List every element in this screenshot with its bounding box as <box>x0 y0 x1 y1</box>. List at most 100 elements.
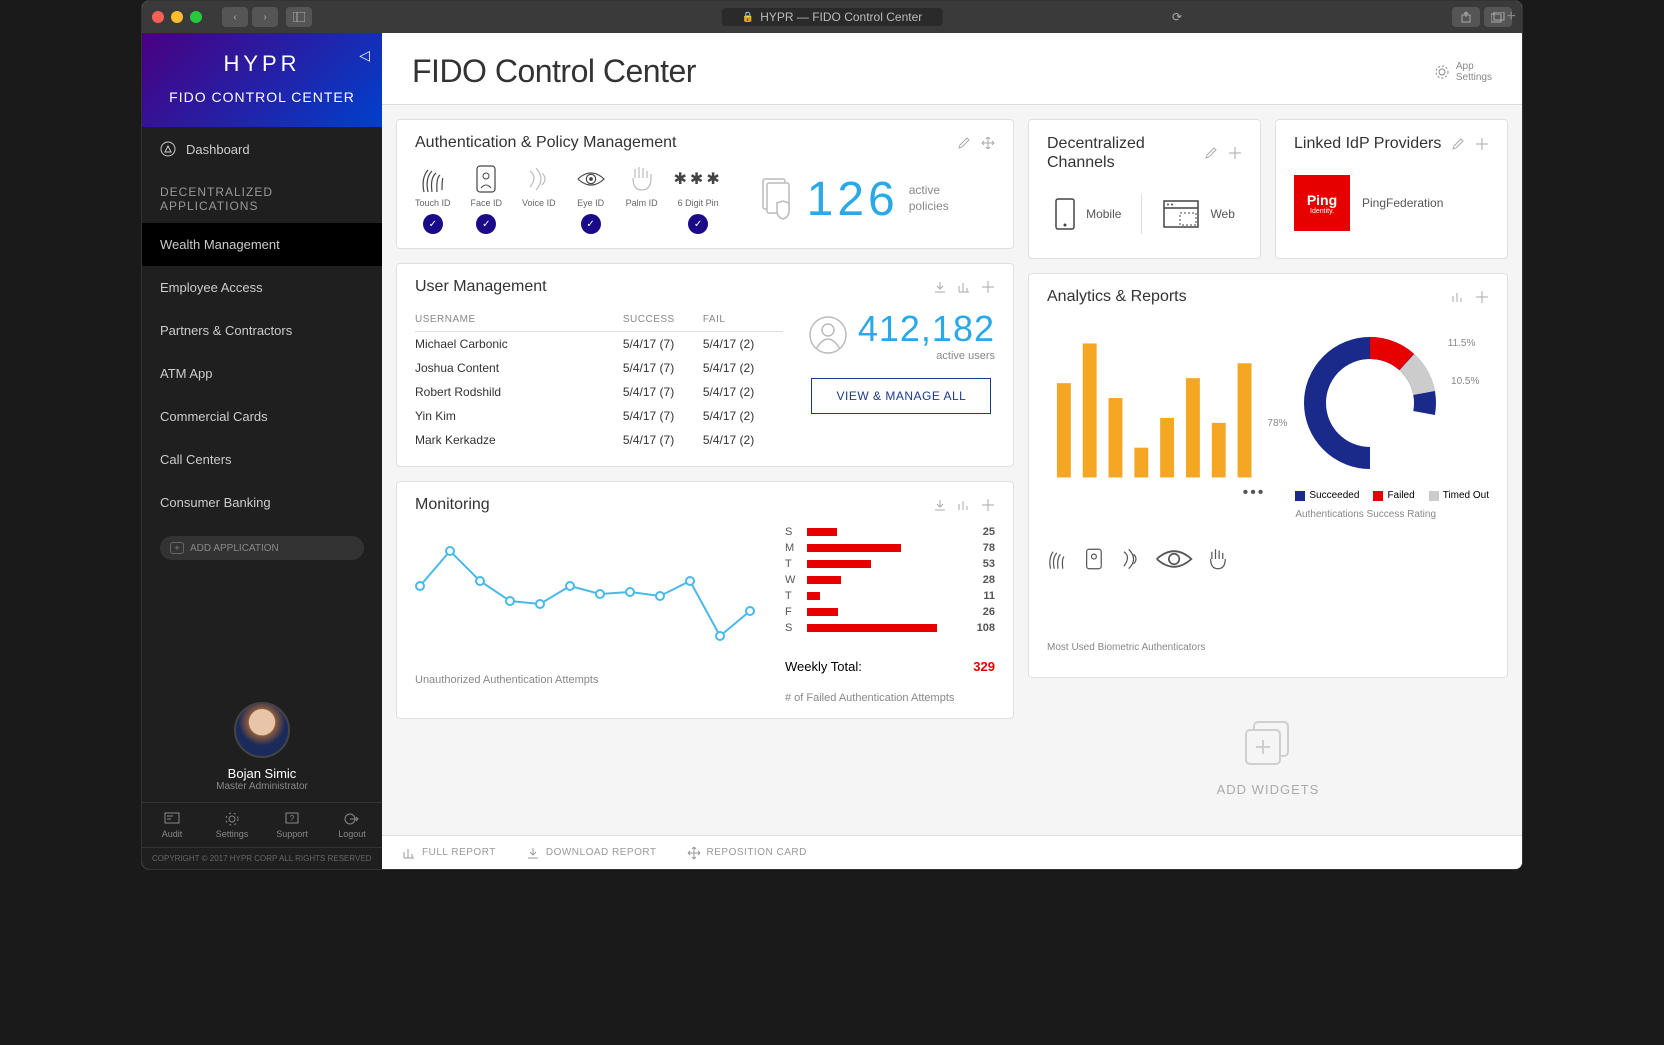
weekly-total-value: 329 <box>973 659 995 674</box>
add-application-button[interactable]: + ADD APPLICATION <box>160 536 364 560</box>
add-widgets-button[interactable]: ADD WIDGETS <box>1028 692 1508 821</box>
move-icon[interactable] <box>1228 146 1242 160</box>
copyright: COPYRIGHT © 2017 HYPR CORP ALL RIGHTS RE… <box>142 847 382 869</box>
download-report-button[interactable]: DOWNLOAD REPORT <box>526 846 657 860</box>
reload-icon[interactable]: ⟳ <box>1172 10 1182 24</box>
bars-caption: # of Failed Authentication Attempts <box>785 692 995 704</box>
table-row[interactable]: Robert Rodshild5/4/17 (7)5/4/17 (2) <box>415 380 783 404</box>
eye-icon <box>1155 484 1193 634</box>
card-title: Analytics & Reports <box>1047 288 1187 306</box>
gear-icon <box>1434 64 1450 80</box>
table-row[interactable]: Mark Kerkadze5/4/17 (7)5/4/17 (2) <box>415 428 783 452</box>
share-button[interactable] <box>1452 7 1480 27</box>
user-name: Bojan Simic <box>142 766 382 781</box>
monitoring-card: Monitoring <box>396 481 1014 719</box>
auth-method-voice-id[interactable]: Voice ID <box>522 164 556 234</box>
table-row[interactable]: Michael Carbonic5/4/17 (7)5/4/17 (2) <box>415 332 783 356</box>
chart-icon[interactable] <box>1451 290 1465 304</box>
edit-icon[interactable] <box>957 136 971 150</box>
back-button[interactable]: ‹ <box>222 7 248 27</box>
card-title: User Management <box>415 278 547 296</box>
policies-count: 126 <box>807 172 899 227</box>
table-row[interactable]: Yin Kim5/4/17 (7)5/4/17 (2) <box>415 404 783 428</box>
move-icon[interactable] <box>981 280 995 294</box>
settings-button[interactable]: Settings <box>202 803 262 847</box>
analytics-card: Analytics & Reports <box>1028 273 1508 678</box>
channel-mobile[interactable]: Mobile <box>1054 197 1121 231</box>
sidebar-item-employee[interactable]: Employee Access <box>142 266 382 309</box>
brand-logo: HYPR <box>142 51 382 77</box>
dashboard-label: Dashboard <box>186 142 250 157</box>
download-icon[interactable] <box>933 280 947 294</box>
address-bar[interactable]: 🔒 HYPR — FIDO Control Center <box>722 8 943 26</box>
move-icon[interactable] <box>1475 290 1489 304</box>
chart-icon[interactable] <box>957 498 971 512</box>
close-icon[interactable] <box>152 11 164 23</box>
channels-card: Decentralized Channels Mobile <box>1028 119 1261 259</box>
minimize-icon[interactable] <box>171 11 183 23</box>
page-title: FIDO Control Center <box>412 53 696 90</box>
card-title: Linked IdP Providers <box>1294 134 1441 153</box>
download-icon <box>526 846 540 860</box>
audit-button[interactable]: Audit <box>142 803 202 847</box>
auth-method-6-digit-pin[interactable]: ✱✱✱6 Digit Pin✓ <box>678 164 719 234</box>
sidebar-item-cards[interactable]: Commercial Cards <box>142 395 382 438</box>
auth-method-eye-id[interactable]: Eye ID✓ <box>576 164 606 234</box>
maximize-icon[interactable] <box>190 11 202 23</box>
user-profile[interactable]: Bojan Simic Master Administrator <box>142 692 382 802</box>
view-manage-button[interactable]: VIEW & MANAGE ALL <box>811 378 991 414</box>
day-bar: S25 <box>785 526 995 538</box>
support-button[interactable]: ?Support <box>262 803 322 847</box>
chart-icon <box>402 846 416 860</box>
chart-icon[interactable] <box>957 280 971 294</box>
add-tab-button[interactable]: + <box>1507 8 1516 26</box>
channel-web[interactable]: Web <box>1162 199 1234 229</box>
user-icon <box>808 315 848 355</box>
day-bar: T11 <box>785 590 995 602</box>
more-icon[interactable]: ••• <box>1243 484 1266 634</box>
move-icon[interactable] <box>981 136 995 150</box>
day-bar: T53 <box>785 558 995 570</box>
line-chart <box>415 526 755 666</box>
auth-method-touch-id[interactable]: Touch ID✓ <box>415 164 451 234</box>
download-icon[interactable] <box>933 498 947 512</box>
document-shield-icon <box>759 177 797 221</box>
palm-icon <box>1207 484 1229 634</box>
move-icon[interactable] <box>981 498 995 512</box>
footer-bar: FULL REPORT DOWNLOAD REPORT REPOSITION C… <box>382 835 1522 869</box>
sidebar-item-wealth[interactable]: Wealth Management <box>142 223 382 266</box>
day-bar: F26 <box>785 606 995 618</box>
lock-icon: 🔒 <box>742 12 754 23</box>
move-icon[interactable] <box>1475 137 1489 151</box>
reposition-card-button[interactable]: REPOSITION CARD <box>687 846 807 860</box>
logout-button[interactable]: Logout <box>322 803 382 847</box>
day-bar: M78 <box>785 542 995 554</box>
collapse-sidebar-icon[interactable]: ◁ <box>359 47 370 64</box>
edit-icon[interactable] <box>1451 137 1465 151</box>
users-count: 412,182 <box>858 308 995 350</box>
users-table: USERNAME SUCCESS FAIL Michael Carbonic5/… <box>415 308 783 452</box>
idp-card: Linked IdP Providers PingIdentity. PingF… <box>1275 119 1508 259</box>
sidebar-item-partners[interactable]: Partners & Contractors <box>142 309 382 352</box>
forward-button[interactable]: › <box>252 7 278 27</box>
policies-label: active policies <box>909 183 949 214</box>
sidebar-item-atm[interactable]: ATM App <box>142 352 382 395</box>
sidebar-item-dashboard[interactable]: Dashboard <box>142 127 382 171</box>
sidebar-heading: DECENTRALIZED APPLICATIONS <box>142 171 382 223</box>
edit-icon[interactable] <box>1204 146 1218 160</box>
move-icon <box>687 846 701 860</box>
user-role: Master Administrator <box>142 781 382 792</box>
sidebar-item-consumer[interactable]: Consumer Banking <box>142 481 382 524</box>
auth-method-face-id[interactable]: Face ID✓ <box>471 164 503 234</box>
voice-icon <box>1119 484 1141 634</box>
weekly-total-label: Weekly Total: <box>785 659 862 674</box>
sidebar-toggle-button[interactable] <box>286 7 312 27</box>
biometric-icons-row: ••• <box>1047 484 1265 634</box>
table-row[interactable]: Joshua Content5/4/17 (7)5/4/17 (2) <box>415 356 783 380</box>
divider <box>1141 194 1142 234</box>
app-settings-button[interactable]: App Settings <box>1434 61 1492 83</box>
auth-method-palm-id[interactable]: Palm ID <box>626 164 658 234</box>
full-report-button[interactable]: FULL REPORT <box>402 846 496 860</box>
auth-policy-card: Authentication & Policy Management Touch… <box>396 119 1014 249</box>
sidebar-item-callcenter[interactable]: Call Centers <box>142 438 382 481</box>
